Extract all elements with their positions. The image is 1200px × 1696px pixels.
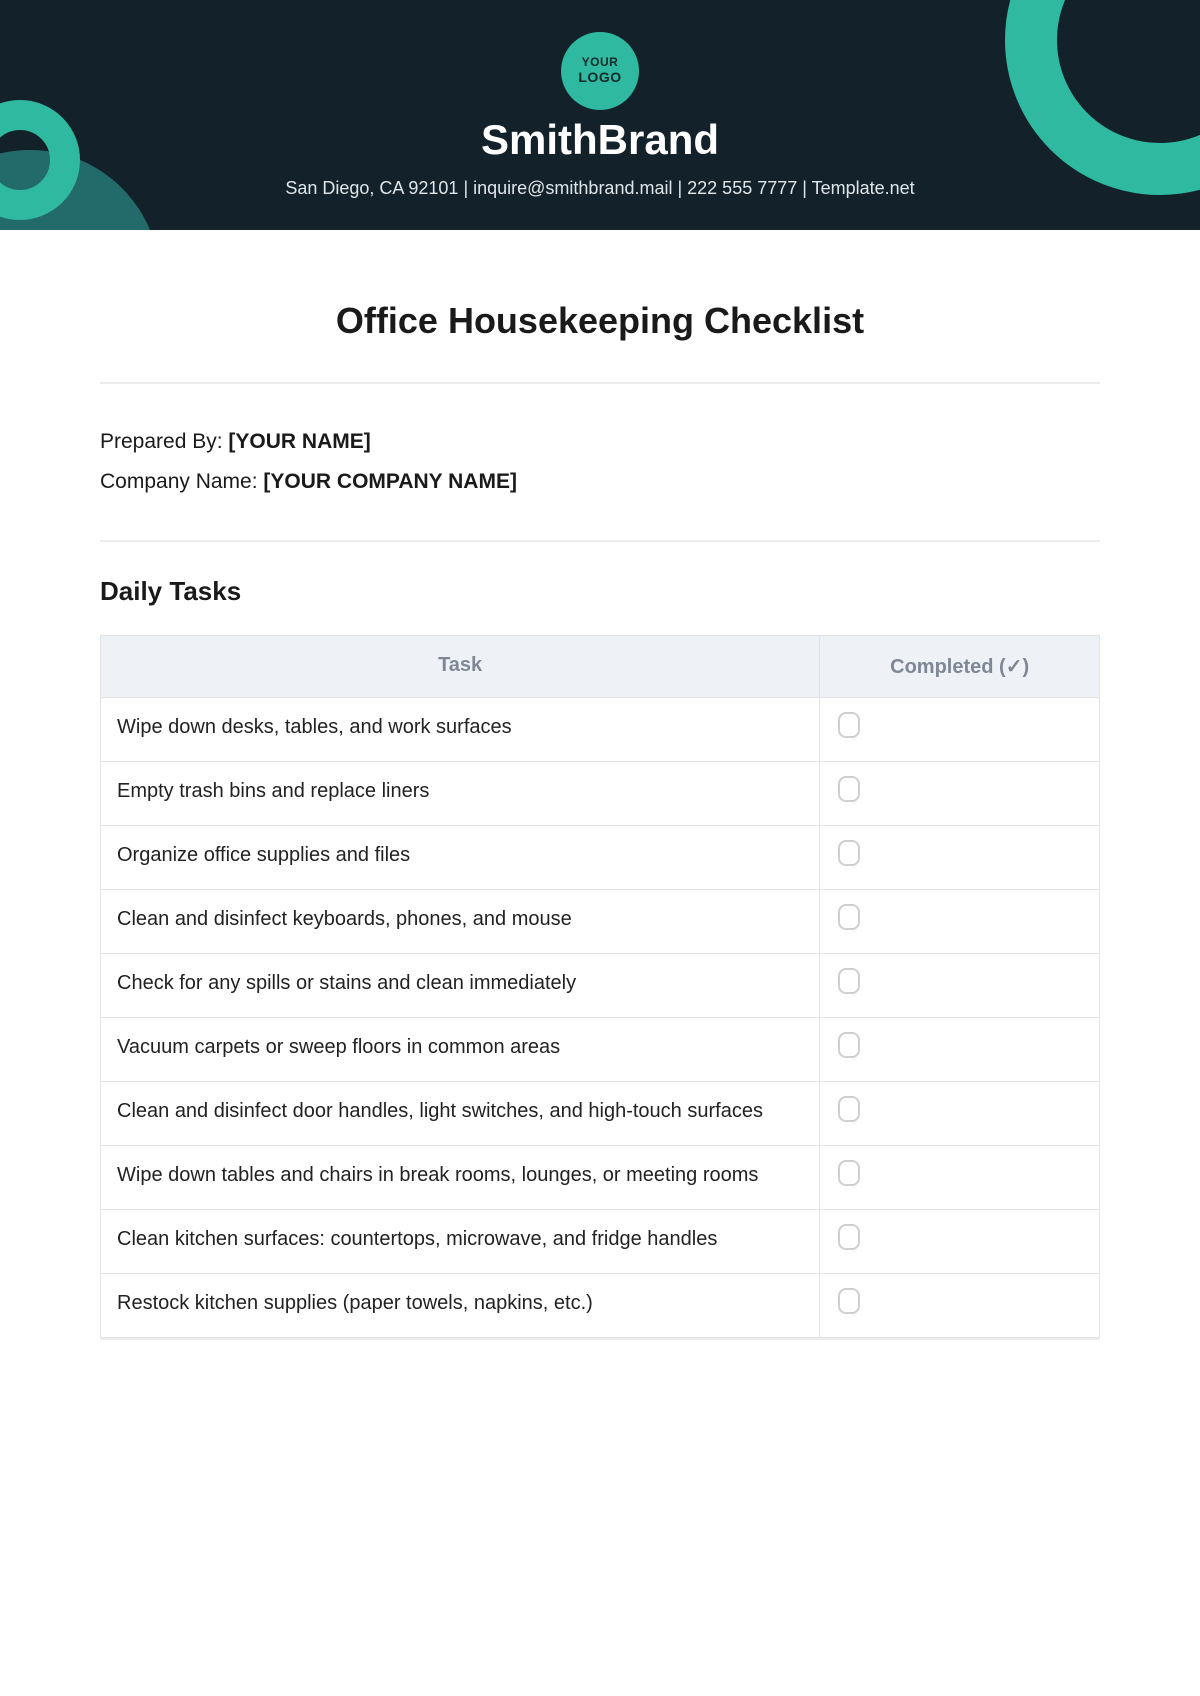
checkbox-icon[interactable]: [838, 1160, 860, 1186]
task-cell: Check for any spills or stains and clean…: [101, 953, 820, 1017]
checkbox-icon[interactable]: [838, 1224, 860, 1250]
completed-cell: [820, 1017, 1100, 1081]
task-cell: Clean and disinfect door handles, light …: [101, 1081, 820, 1145]
table-row: Empty trash bins and replace liners: [101, 761, 1100, 825]
table-row: Clean kitchen surfaces: countertops, mic…: [101, 1209, 1100, 1273]
checkbox-icon[interactable]: [838, 1032, 860, 1058]
logo-text-line2: LOGO: [578, 69, 621, 85]
task-cell: Clean and disinfect keyboards, phones, a…: [101, 889, 820, 953]
task-cell: Vacuum carpets or sweep floors in common…: [101, 1017, 820, 1081]
meta-block: Prepared By: [YOUR NAME] Company Name: […: [100, 384, 1100, 540]
checkbox-icon[interactable]: [838, 840, 860, 866]
daily-tasks-table: Task Completed (✓) Wipe down desks, tabl…: [100, 635, 1100, 1338]
company-row: Company Name: [YOUR COMPANY NAME]: [100, 462, 1100, 502]
page-title: Office Housekeeping Checklist: [100, 300, 1100, 342]
company-label: Company Name:: [100, 470, 263, 493]
table-row: Restock kitchen supplies (paper towels, …: [101, 1273, 1100, 1337]
divider: [100, 1338, 1100, 1340]
task-cell: Wipe down desks, tables, and work surfac…: [101, 697, 820, 761]
table-row: Check for any spills or stains and clean…: [101, 953, 1100, 1017]
company-value: [YOUR COMPANY NAME]: [263, 470, 517, 493]
section-heading-daily: Daily Tasks: [100, 576, 1100, 607]
page-header: YOUR LOGO SmithBrand San Diego, CA 92101…: [0, 0, 1200, 230]
table-row: Wipe down tables and chairs in break roo…: [101, 1145, 1100, 1209]
table-row: Vacuum carpets or sweep floors in common…: [101, 1017, 1100, 1081]
table-row: Clean and disinfect keyboards, phones, a…: [101, 889, 1100, 953]
page-content: Office Housekeeping Checklist Prepared B…: [0, 230, 1200, 1380]
completed-cell: [820, 1209, 1100, 1273]
completed-cell: [820, 1145, 1100, 1209]
completed-cell: [820, 697, 1100, 761]
brand-title: SmithBrand: [481, 116, 719, 164]
task-cell: Clean kitchen surfaces: countertops, mic…: [101, 1209, 820, 1273]
completed-cell: [820, 761, 1100, 825]
checkbox-icon[interactable]: [838, 1288, 860, 1314]
checkbox-icon[interactable]: [838, 1096, 860, 1122]
completed-cell: [820, 953, 1100, 1017]
checkbox-icon[interactable]: [838, 776, 860, 802]
decor-ring-top-right: [1005, 0, 1200, 195]
task-cell: Restock kitchen supplies (paper towels, …: [101, 1273, 820, 1337]
completed-cell: [820, 1273, 1100, 1337]
divider: [100, 540, 1100, 542]
task-cell: Wipe down tables and chairs in break roo…: [101, 1145, 820, 1209]
prepared-by-value: [YOUR NAME]: [228, 430, 370, 453]
logo-text-line1: YOUR: [582, 56, 619, 70]
checkbox-icon[interactable]: [838, 712, 860, 738]
prepared-by-row: Prepared By: [YOUR NAME]: [100, 422, 1100, 462]
table-row: Wipe down desks, tables, and work surfac…: [101, 697, 1100, 761]
task-cell: Organize office supplies and files: [101, 825, 820, 889]
prepared-by-label: Prepared By:: [100, 430, 228, 453]
table-row: Organize office supplies and files: [101, 825, 1100, 889]
contact-line: San Diego, CA 92101 | inquire@smithbrand…: [285, 178, 914, 199]
table-row: Clean and disinfect door handles, light …: [101, 1081, 1100, 1145]
checkbox-icon[interactable]: [838, 968, 860, 994]
checkbox-icon[interactable]: [838, 904, 860, 930]
completed-cell: [820, 825, 1100, 889]
column-header-completed: Completed (✓): [820, 635, 1100, 697]
column-header-task: Task: [101, 635, 820, 697]
completed-cell: [820, 889, 1100, 953]
task-cell: Empty trash bins and replace liners: [101, 761, 820, 825]
logo-badge: YOUR LOGO: [561, 32, 639, 110]
completed-cell: [820, 1081, 1100, 1145]
